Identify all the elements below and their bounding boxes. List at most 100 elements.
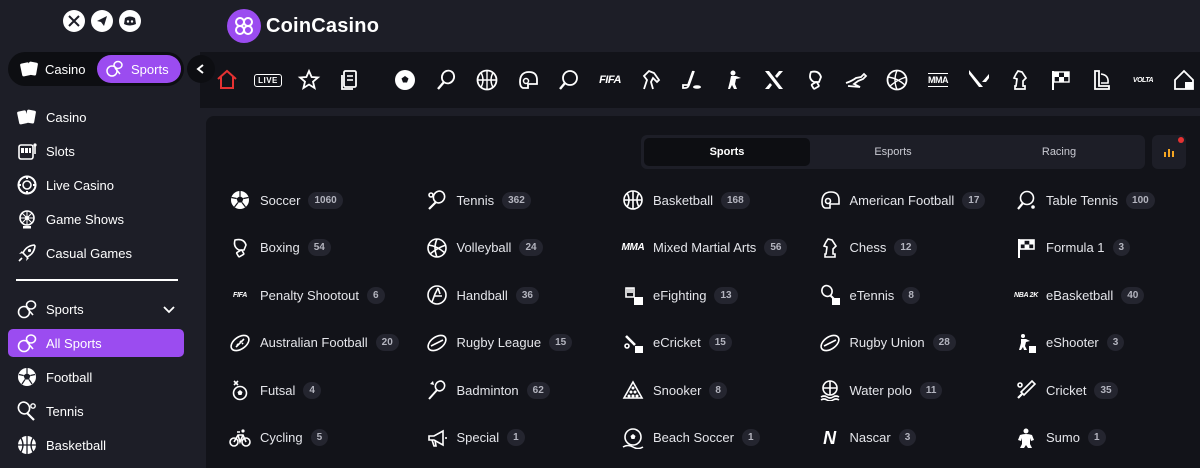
ebasketball-icon[interactable] <box>1171 67 1197 93</box>
basketball-icon[interactable] <box>474 67 500 93</box>
sports-switch-button[interactable]: Sports <box>97 55 181 83</box>
sumo-icon <box>1014 426 1038 450</box>
sports-icon <box>106 60 123 77</box>
live-icon[interactable]: LIVE <box>254 67 282 93</box>
fifa-icon[interactable]: FIFA <box>597 67 623 93</box>
event-count-badge: 15 <box>708 334 732 352</box>
sidebar-item-casino[interactable]: Casino <box>8 103 184 131</box>
sidebar-item-game-shows[interactable]: Game Shows <box>8 205 184 233</box>
sport-item[interactable]: eShooter 3 <box>1014 331 1200 355</box>
cricket-bat-icon <box>1014 378 1038 402</box>
sport-name: American Football <box>849 192 955 208</box>
casino-sports-switcher: Casino Sports <box>8 52 184 86</box>
sidebar-item-all-sports[interactable]: All Sports <box>8 329 184 357</box>
sidebar-item-tennis[interactable]: Tennis <box>8 397 184 425</box>
discord-icon[interactable] <box>119 10 141 32</box>
sport-item[interactable]: NBA 2K eBasketball 40 <box>1014 283 1200 307</box>
sport-item[interactable]: Tennis 362 <box>425 188 622 212</box>
telegram-icon[interactable] <box>91 10 113 32</box>
sidebar-item-basketball[interactable]: Basketball <box>8 431 184 459</box>
sidebar-section-sports[interactable]: Sports <box>8 295 184 323</box>
sidebar-item-label: Basketball <box>46 437 106 453</box>
sport-item[interactable]: Beach Soccer 1 <box>621 426 818 450</box>
soccer-ball-icon[interactable] <box>392 67 418 93</box>
sport-item[interactable]: Soccer 1060 <box>228 188 425 212</box>
brand-logo[interactable]: CoinCasino <box>227 9 379 43</box>
sport-item[interactable]: Rugby Union 28 <box>818 331 1015 355</box>
sport-item[interactable]: eFighting 13 <box>621 283 818 307</box>
league-icon[interactable] <box>1089 67 1115 93</box>
casino-switch-button[interactable]: Casino <box>11 55 97 83</box>
sport-item[interactable]: Badminton 62 <box>425 378 622 402</box>
star-icon[interactable] <box>296 67 322 93</box>
stats-button[interactable] <box>1152 135 1186 169</box>
sidebar-item-football[interactable]: Football <box>8 363 184 391</box>
sport-item[interactable]: American Football 17 <box>818 188 1015 212</box>
sport-item[interactable]: Handball 36 <box>425 283 622 307</box>
volta-icon[interactable]: VOLTA <box>1130 67 1156 93</box>
volleyball-icon[interactable] <box>884 67 910 93</box>
sport-item[interactable]: Table Tennis 100 <box>1014 188 1200 212</box>
sport-item[interactable]: Cricket 35 <box>1014 378 1200 402</box>
sidebar-item-casual-games[interactable]: Casual Games <box>8 239 184 267</box>
table-tennis-icon[interactable] <box>556 67 582 93</box>
sport-item[interactable]: Snooker 8 <box>621 378 818 402</box>
x-icon[interactable] <box>63 10 85 32</box>
sport-item[interactable]: Australian Football 20 <box>228 331 425 355</box>
bicycle-icon <box>228 426 252 450</box>
event-count-badge: 1 <box>1087 429 1106 447</box>
valorant-icon[interactable] <box>966 67 992 93</box>
sport-item[interactable]: Special 1 <box>425 426 622 450</box>
sport-item[interactable]: Cycling 5 <box>228 426 425 450</box>
sidebar-item-label: Casino <box>46 109 87 125</box>
ice-hockey-icon[interactable] <box>679 67 705 93</box>
beach-soccer-icon <box>621 426 645 450</box>
sport-name: eFighting <box>653 287 707 303</box>
event-count-badge: 100 <box>1126 191 1155 209</box>
home-icon[interactable] <box>214 67 240 93</box>
mma-icon[interactable]: MMA <box>925 67 951 93</box>
event-count-badge: 36 <box>515 286 539 304</box>
megaphone-icon <box>425 426 449 450</box>
sport-item[interactable]: Formula 1 3 <box>1014 236 1200 260</box>
boxing-icon[interactable] <box>802 67 828 93</box>
sport-name: Formula 1 <box>1046 240 1105 256</box>
brand-name: CoinCasino <box>266 14 380 37</box>
sport-item[interactable]: FIFA Penalty Shootout 6 <box>228 283 425 307</box>
formula-flag-icon[interactable] <box>1048 67 1074 93</box>
sport-item[interactable]: N Nascar 3 <box>818 426 1015 450</box>
sidebar-item-live-casino[interactable]: Live Casino <box>8 171 184 199</box>
sport-item[interactable]: Chess 12 <box>818 236 1015 260</box>
chess-knight-icon <box>818 236 842 260</box>
sidebar-item-slots[interactable]: Slots <box>8 137 184 165</box>
sport-item[interactable]: Volleyball 24 <box>425 236 622 260</box>
sport-name: Handball <box>456 287 508 303</box>
horse-racing-icon[interactable] <box>638 67 664 93</box>
esports-icon[interactable] <box>761 67 787 93</box>
tab-racing[interactable]: Racing <box>976 138 1142 166</box>
sidebar-item-label: Slots <box>46 143 75 159</box>
event-count-badge: 1 <box>741 429 760 447</box>
event-count-badge: 56 <box>764 239 788 257</box>
handball-icon <box>425 283 449 307</box>
chess-icon[interactable] <box>1007 67 1033 93</box>
sport-item[interactable]: Basketball 168 <box>621 188 818 212</box>
sport-item[interactable]: Sumo 1 <box>1014 426 1200 450</box>
sport-item[interactable]: eCricket 15 <box>621 331 818 355</box>
tab-sports[interactable]: Sports <box>644 138 810 166</box>
betslip-icon[interactable] <box>337 67 363 93</box>
american-football-icon[interactable] <box>515 67 541 93</box>
greyhound-icon[interactable] <box>843 67 869 93</box>
tab-esports[interactable]: Esports <box>810 138 976 166</box>
sport-item[interactable]: Boxing 54 <box>228 236 425 260</box>
shooter-icon[interactable] <box>720 67 746 93</box>
sport-item[interactable]: Rugby League 15 <box>425 331 622 355</box>
sport-item[interactable]: Futsal 4 <box>228 378 425 402</box>
tennis-icon[interactable] <box>433 67 459 93</box>
sport-item[interactable]: eTennis 8 <box>818 283 1015 307</box>
sport-item[interactable]: MMA Mixed Martial Arts 56 <box>621 236 818 260</box>
chevron-down-icon[interactable] <box>162 302 176 316</box>
collapse-sidebar-button[interactable] <box>187 55 215 83</box>
sport-item[interactable]: Water polo 11 <box>818 378 1015 402</box>
social-links <box>63 10 141 32</box>
